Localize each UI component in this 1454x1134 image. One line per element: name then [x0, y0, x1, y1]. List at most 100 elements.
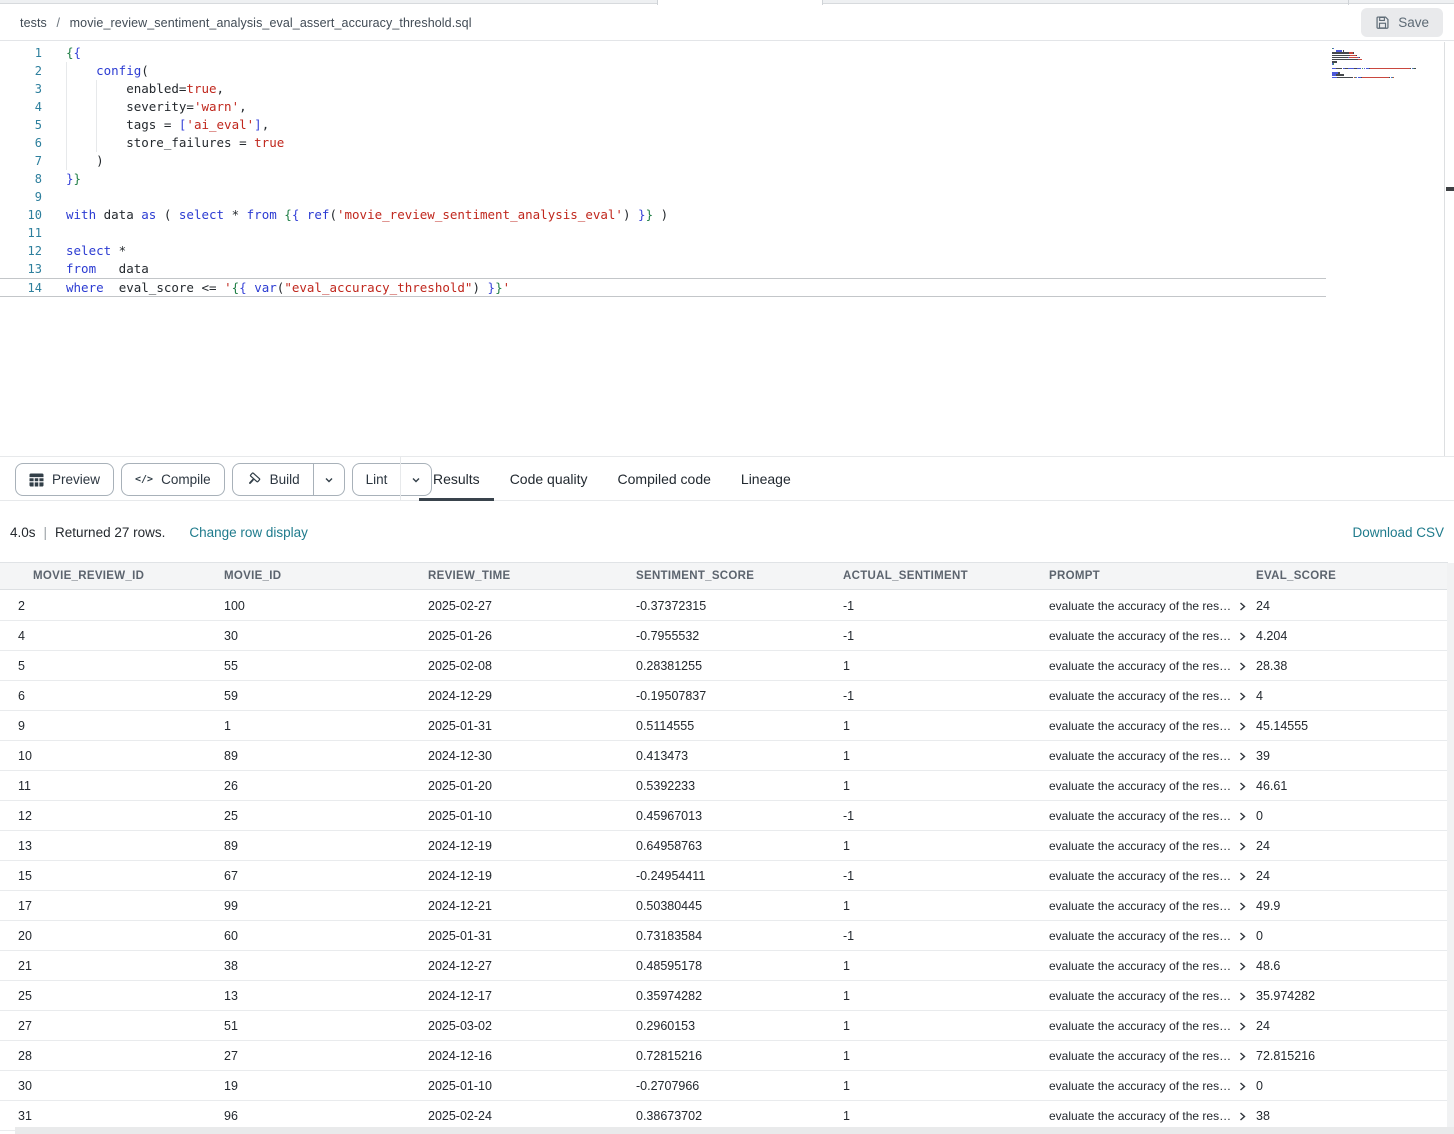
code-line[interactable]: 6 store_failures = true: [0, 134, 1454, 152]
prompt-expand-icon[interactable]: [1238, 1081, 1247, 1092]
prompt-expand-icon[interactable]: [1238, 811, 1247, 822]
prompt-expand-icon[interactable]: [1238, 931, 1247, 942]
cell-prompt[interactable]: evaluate the accuracy of the res…: [1049, 989, 1256, 1003]
cell-prompt[interactable]: evaluate the accuracy of the res…: [1049, 899, 1256, 913]
breadcrumb-dir[interactable]: tests: [20, 16, 47, 30]
cell-review_time: 2025-01-31: [428, 929, 636, 943]
cell-review_time: 2025-02-24: [428, 1109, 636, 1123]
tab-compiled-code[interactable]: Compiled code: [603, 457, 726, 501]
code-token: as: [141, 207, 156, 222]
cell-movie_review_id: 30: [18, 1079, 224, 1093]
scrollbar-annotation-mark[interactable]: [1446, 187, 1454, 191]
cell-movie_id: 96: [224, 1109, 428, 1123]
cell-sentiment_score: 0.48595178: [636, 959, 843, 973]
cell-prompt[interactable]: evaluate the accuracy of the res…: [1049, 959, 1256, 973]
tab-label: Compiled code: [618, 471, 711, 487]
prompt-text: evaluate the accuracy of the res…: [1049, 629, 1231, 643]
prompt-expand-icon[interactable]: [1238, 1021, 1247, 1032]
cell-movie_review_id: 10: [18, 749, 224, 763]
table-row: 30192025-01-10-0.27079661evaluate the ac…: [0, 1071, 1448, 1101]
cell-prompt[interactable]: evaluate the accuracy of the res…: [1049, 929, 1256, 943]
preview-button[interactable]: Preview: [15, 463, 114, 496]
cell-actual_sentiment: -1: [843, 809, 1049, 823]
code-token: eval_score: [104, 280, 202, 295]
code-line[interactable]: 1{{: [0, 44, 1454, 62]
prompt-expand-icon[interactable]: [1238, 961, 1247, 972]
line-number: 14: [0, 279, 42, 297]
prompt-text: evaluate the accuracy of the res…: [1049, 989, 1231, 1003]
code-line[interactable]: 12select *: [0, 242, 1454, 260]
cell-prompt[interactable]: evaluate the accuracy of the res…: [1049, 1079, 1256, 1093]
cell-prompt[interactable]: evaluate the accuracy of the res…: [1049, 629, 1256, 643]
prompt-text: evaluate the accuracy of the res…: [1049, 1109, 1231, 1123]
prompt-expand-icon[interactable]: [1238, 1111, 1247, 1122]
prompt-expand-icon[interactable]: [1238, 1051, 1247, 1062]
download-csv-link[interactable]: Download CSV: [1352, 525, 1444, 540]
prompt-expand-icon[interactable]: [1238, 601, 1247, 612]
tab-results[interactable]: Results: [418, 457, 495, 501]
table-row: 11262025-01-200.53922331evaluate the acc…: [0, 771, 1448, 801]
minimap[interactable]: [1332, 48, 1444, 158]
code-line[interactable]: 10with data as ( select * from {{ ref('m…: [0, 206, 1454, 224]
code-editor[interactable]: 1{{2 config(3 enabled=true,4 severity='w…: [0, 42, 1454, 456]
code-line[interactable]: 14where eval_score <= '{{ var("eval_accu…: [0, 278, 1326, 297]
code-token: ,: [262, 117, 270, 132]
cell-review_time: 2025-03-02: [428, 1019, 636, 1033]
line-number: 11: [0, 224, 42, 242]
minimap-line: [1351, 77, 1353, 78]
toolbar-divider: [400, 457, 401, 501]
code-line[interactable]: 9: [0, 188, 1454, 206]
cell-prompt[interactable]: evaluate the accuracy of the res…: [1049, 1049, 1256, 1063]
prompt-expand-icon[interactable]: [1238, 661, 1247, 672]
code-token: ,: [217, 81, 225, 96]
cell-prompt[interactable]: evaluate the accuracy of the res…: [1049, 869, 1256, 883]
table-row: 13892024-12-190.649587631evaluate the ac…: [0, 831, 1448, 861]
tab-label: Results: [433, 471, 480, 487]
lint-button[interactable]: Lint: [353, 464, 401, 495]
horizontal-scrollbar-track[interactable]: [15, 1127, 1454, 1134]
code-token: }: [638, 207, 646, 222]
code-line[interactable]: 4 severity='warn',: [0, 98, 1454, 116]
code-line[interactable]: 13from data: [0, 260, 1454, 278]
build-button[interactable]: Build: [233, 464, 313, 495]
cell-prompt[interactable]: evaluate the accuracy of the res…: [1049, 839, 1256, 853]
cell-prompt[interactable]: evaluate the accuracy of the res…: [1049, 749, 1256, 763]
cell-prompt[interactable]: evaluate the accuracy of the res…: [1049, 809, 1256, 823]
save-button[interactable]: Save: [1361, 8, 1443, 37]
minimap-line: [1332, 61, 1337, 62]
prompt-expand-icon[interactable]: [1238, 721, 1247, 732]
code-line[interactable]: 3 enabled=true,: [0, 80, 1454, 98]
prompt-expand-icon[interactable]: [1238, 841, 1247, 852]
cell-prompt[interactable]: evaluate the accuracy of the res…: [1049, 1019, 1256, 1033]
cell-prompt[interactable]: evaluate the accuracy of the res…: [1049, 659, 1256, 673]
code-line[interactable]: 7 ): [0, 152, 1454, 170]
prompt-expand-icon[interactable]: [1238, 691, 1247, 702]
cell-prompt[interactable]: evaluate the accuracy of the res…: [1049, 599, 1256, 613]
vertical-scrollbar-track[interactable]: [1447, 563, 1454, 1127]
code-line[interactable]: 8}}: [0, 170, 1454, 188]
cell-prompt[interactable]: evaluate the accuracy of the res…: [1049, 719, 1256, 733]
prompt-expand-icon[interactable]: [1238, 631, 1247, 642]
prompt-expand-icon[interactable]: [1238, 781, 1247, 792]
build-dropdown-toggle[interactable]: [313, 464, 344, 495]
tab-code-quality[interactable]: Code quality: [495, 457, 603, 501]
code-line[interactable]: 11: [0, 224, 1454, 242]
change-row-display-link[interactable]: Change row display: [189, 525, 308, 540]
code-line[interactable]: 5 tags = ['ai_eval'],: [0, 116, 1454, 134]
prompt-expand-icon[interactable]: [1238, 991, 1247, 1002]
cell-prompt[interactable]: evaluate the accuracy of the res…: [1049, 779, 1256, 793]
prompt-expand-icon[interactable]: [1238, 751, 1247, 762]
cell-movie_review_id: 17: [18, 899, 224, 913]
table-row: 12252025-01-100.45967013-1evaluate the a…: [0, 801, 1448, 831]
indent-guide: [96, 134, 97, 152]
prompt-expand-icon[interactable]: [1238, 901, 1247, 912]
tab-lineage[interactable]: Lineage: [726, 457, 806, 501]
cell-movie_id: 100: [224, 599, 428, 613]
code-line[interactable]: 2 config(: [0, 62, 1454, 80]
cell-sentiment_score: 0.73183584: [636, 929, 843, 943]
cell-sentiment_score: 0.413473: [636, 749, 843, 763]
compile-button[interactable]: </> Compile: [121, 463, 225, 496]
cell-prompt[interactable]: evaluate the accuracy of the res…: [1049, 689, 1256, 703]
prompt-expand-icon[interactable]: [1238, 871, 1247, 882]
cell-prompt[interactable]: evaluate the accuracy of the res…: [1049, 1109, 1256, 1123]
